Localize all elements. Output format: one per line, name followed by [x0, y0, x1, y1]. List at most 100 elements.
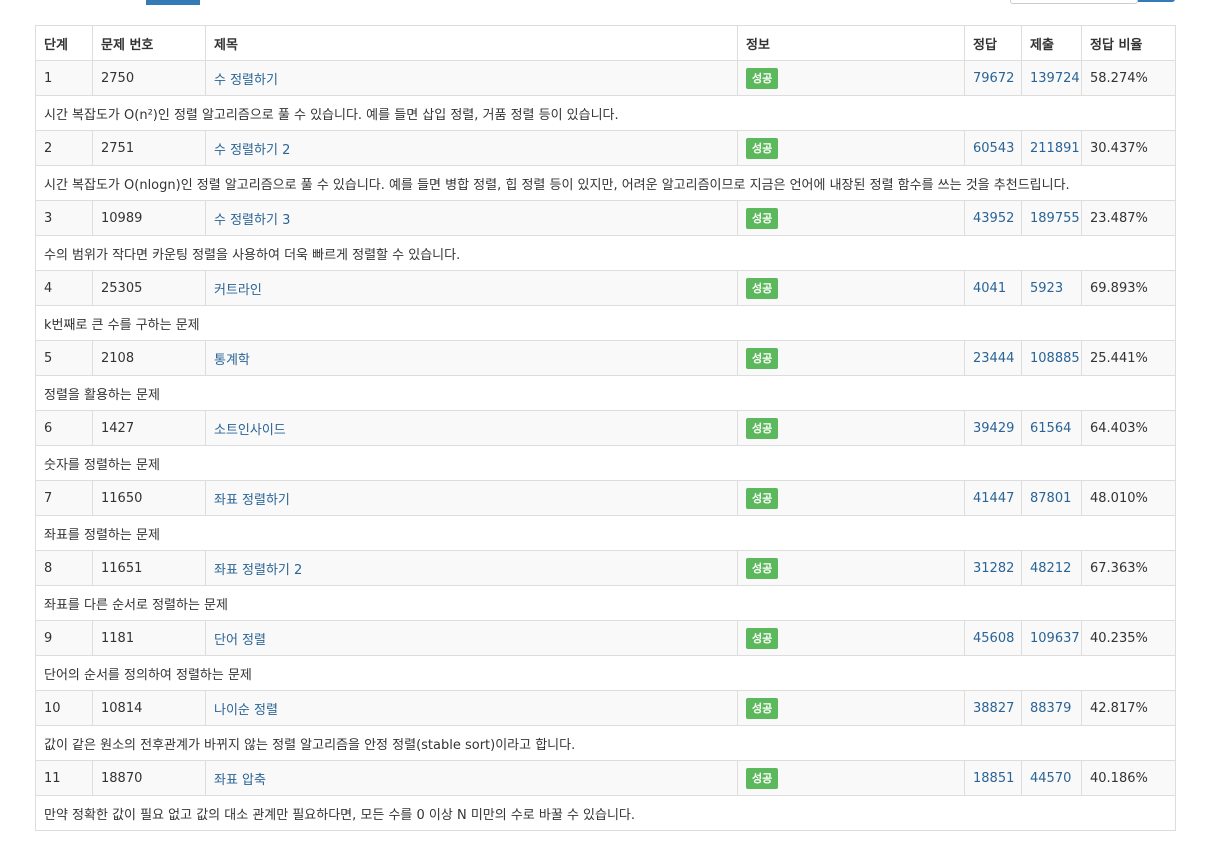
submission-count-link[interactable]: 44570 [1030, 771, 1071, 786]
description-row: 시간 복잡도가 O(nlogn)인 정렬 알고리즘으로 풀 수 있습니다. 예를… [35, 165, 1176, 201]
accepted-count-link[interactable]: 45608 [973, 631, 1014, 646]
accept-ratio: 42.817% [1081, 690, 1176, 726]
column-header-submissions: 제출 [1021, 25, 1082, 61]
column-header-info: 정보 [737, 25, 965, 61]
problem-title-cell: 수 정렬하기 3 [205, 200, 738, 236]
problem-id: 25305 [92, 270, 206, 306]
status-badge: 성공 [746, 557, 779, 579]
step-description: 좌표를 정렬하는 문제 [35, 515, 1176, 551]
problem-id: 10814 [92, 690, 206, 726]
accepted-cell: 31282 [964, 550, 1022, 586]
problem-title-link[interactable]: 좌표 정렬하기 2 [214, 563, 302, 578]
submission-count-link[interactable]: 109637 [1030, 631, 1080, 646]
step-description: k번째로 큰 수를 구하는 문제 [35, 305, 1176, 341]
submissions-cell: 44570 [1021, 760, 1082, 796]
accepted-count-link[interactable]: 38827 [973, 701, 1014, 716]
status-badge: 성공 [746, 67, 779, 89]
accepted-count-link[interactable]: 4041 [973, 281, 1006, 296]
accept-ratio: 23.487% [1081, 200, 1176, 236]
description-row: 시간 복잡도가 O(n²)인 정렬 알고리즘으로 풀 수 있습니다. 예를 들면… [35, 95, 1176, 131]
step-description: 값이 같은 원소의 전후관계가 바뀌지 않는 정렬 알고리즘을 안정 정렬(st… [35, 725, 1176, 761]
step-number: 1 [35, 60, 93, 96]
accepted-count-link[interactable]: 31282 [973, 561, 1014, 576]
accepted-count-link[interactable]: 60543 [973, 141, 1014, 156]
problem-title-link[interactable]: 소트인사이드 [214, 423, 286, 438]
problem-title-link[interactable]: 나이순 정렬 [214, 703, 278, 718]
step-description: 시간 복잡도가 O(n²)인 정렬 알고리즘으로 풀 수 있습니다. 예를 들면… [35, 95, 1176, 131]
submission-count-link[interactable]: 87801 [1030, 491, 1071, 506]
accept-ratio: 30.437% [1081, 130, 1176, 166]
description-row: 만약 정확한 값이 필요 없고 값의 대소 관계만 필요하다면, 모든 수를 0… [35, 795, 1176, 831]
search-input[interactable] [1010, 0, 1138, 4]
problem-row: 6 1427 소트인사이드 성공 39429 61564 64.403% [35, 410, 1176, 446]
accepted-cell: 41447 [964, 480, 1022, 516]
problem-title-link[interactable]: 통계학 [214, 353, 250, 368]
step-number: 8 [35, 550, 93, 586]
column-header-accepted: 정답 [964, 25, 1022, 61]
description-row: 숫자를 정렬하는 문제 [35, 445, 1176, 481]
accept-ratio: 67.363% [1081, 550, 1176, 586]
problem-title-link[interactable]: 수 정렬하기 [214, 73, 278, 88]
info-cell: 성공 [737, 200, 965, 236]
accept-ratio: 58.274% [1081, 60, 1176, 96]
submission-count-link[interactable]: 5923 [1030, 281, 1063, 296]
accepted-count-link[interactable]: 39429 [973, 421, 1014, 436]
accepted-count-link[interactable]: 18851 [973, 771, 1014, 786]
accept-ratio: 40.186% [1081, 760, 1176, 796]
description-row: 수의 범위가 작다면 카운팅 정렬을 사용하여 더욱 빠르게 정렬할 수 있습니… [35, 235, 1176, 271]
accept-ratio: 48.010% [1081, 480, 1176, 516]
step-description: 시간 복잡도가 O(nlogn)인 정렬 알고리즘으로 풀 수 있습니다. 예를… [35, 165, 1176, 201]
step-number: 4 [35, 270, 93, 306]
submission-count-link[interactable]: 61564 [1030, 421, 1071, 436]
problem-row: 10 10814 나이순 정렬 성공 38827 88379 42.817% [35, 690, 1176, 726]
accepted-count-link[interactable]: 23444 [973, 351, 1014, 366]
problem-title-link[interactable]: 수 정렬하기 3 [214, 213, 290, 228]
info-cell: 성공 [737, 270, 965, 306]
problem-title-link[interactable]: 커트라인 [214, 283, 262, 298]
info-cell: 성공 [737, 410, 965, 446]
submission-count-link[interactable]: 139724 [1030, 71, 1080, 86]
submission-count-link[interactable]: 189755 [1030, 211, 1080, 226]
submission-count-link[interactable]: 48212 [1030, 561, 1071, 576]
search-button[interactable] [1138, 0, 1175, 2]
submission-count-link[interactable]: 88379 [1030, 701, 1071, 716]
submissions-cell: 189755 [1021, 200, 1082, 236]
accepted-cell: 18851 [964, 760, 1022, 796]
accept-ratio: 69.893% [1081, 270, 1176, 306]
submission-count-link[interactable]: 108885 [1030, 351, 1080, 366]
accepted-count-link[interactable]: 79672 [973, 71, 1014, 86]
submissions-cell: 5923 [1021, 270, 1082, 306]
step-problem-table: 단계 문제 번호 제목 정보 정답 제출 정답 비율 1 2750 수 정렬하기 성공… [35, 25, 1176, 831]
info-cell: 성공 [737, 340, 965, 376]
info-cell: 성공 [737, 60, 965, 96]
submission-count-link[interactable]: 211891 [1030, 141, 1080, 156]
problem-row: 9 1181 단어 정렬 성공 45608 109637 40.235% [35, 620, 1176, 656]
column-header-title: 제목 [205, 25, 738, 61]
accepted-count-link[interactable]: 41447 [973, 491, 1014, 506]
active-tab-indicator[interactable] [146, 0, 200, 5]
submissions-cell: 139724 [1021, 60, 1082, 96]
problem-title-cell: 나이순 정렬 [205, 690, 738, 726]
problem-title-link[interactable]: 좌표 압축 [214, 773, 266, 788]
step-number: 9 [35, 620, 93, 656]
submissions-cell: 109637 [1021, 620, 1082, 656]
problem-id: 10989 [92, 200, 206, 236]
accept-ratio: 25.441% [1081, 340, 1176, 376]
status-badge: 성공 [746, 347, 779, 369]
status-badge: 성공 [746, 417, 779, 439]
accepted-cell: 38827 [964, 690, 1022, 726]
step-number: 6 [35, 410, 93, 446]
info-cell: 성공 [737, 620, 965, 656]
description-row: 값이 같은 원소의 전후관계가 바뀌지 않는 정렬 알고리즘을 안정 정렬(st… [35, 725, 1176, 761]
step-description: 정렬을 활용하는 문제 [35, 375, 1176, 411]
status-badge: 성공 [746, 767, 779, 789]
accepted-count-link[interactable]: 43952 [973, 211, 1014, 226]
problem-row: 5 2108 통계학 성공 23444 108885 25.441% [35, 340, 1176, 376]
status-badge: 성공 [746, 487, 779, 509]
problem-row: 1 2750 수 정렬하기 성공 79672 139724 58.274% [35, 60, 1176, 96]
problem-title-link[interactable]: 좌표 정렬하기 [214, 493, 290, 508]
problem-title-link[interactable]: 수 정렬하기 2 [214, 143, 290, 158]
problem-id: 2750 [92, 60, 206, 96]
problem-title-cell: 좌표 정렬하기 [205, 480, 738, 516]
problem-title-link[interactable]: 단어 정렬 [214, 633, 266, 648]
